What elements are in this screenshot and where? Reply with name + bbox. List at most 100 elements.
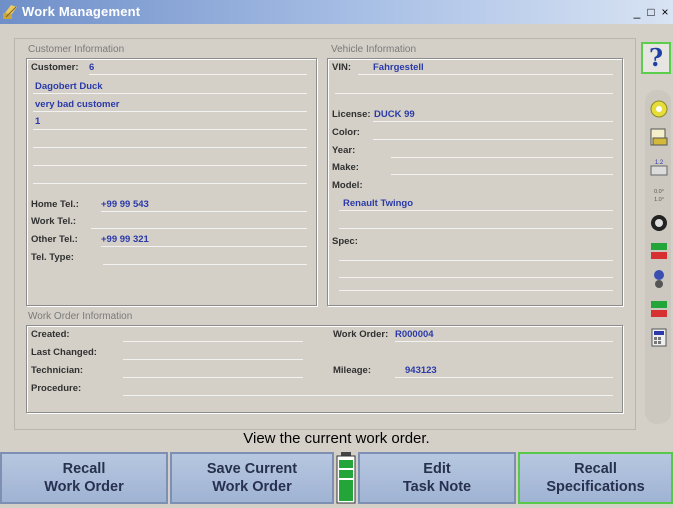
address-line-1[interactable]: Dagobert Duck xyxy=(35,81,103,92)
model-label: Model: xyxy=(332,180,363,191)
vehicle-group-label: Vehicle Information xyxy=(331,44,417,55)
customer-group-label: Customer Information xyxy=(28,44,125,55)
specs-icon[interactable]: 1.2 xyxy=(648,156,670,178)
work-order-underline xyxy=(395,341,613,342)
svg-text:1.2: 1.2 xyxy=(655,160,664,166)
other-tel-value[interactable]: +99 99 321 xyxy=(101,234,149,245)
svg-text:1.0°: 1.0° xyxy=(654,197,664,203)
save-work-order-button[interactable]: Save Current Work Order xyxy=(170,452,334,504)
vin-label: VIN: xyxy=(332,62,351,73)
model-value[interactable]: Renault Twingo xyxy=(343,198,413,209)
model-underline-2 xyxy=(339,228,613,229)
address-underline xyxy=(33,183,307,184)
recall-work-order-button[interactable]: Recall Work Order xyxy=(0,452,168,504)
spec-line xyxy=(339,290,613,291)
procedure-label: Procedure: xyxy=(31,383,82,394)
work-tel-underline xyxy=(91,228,307,229)
technician-label: Technician: xyxy=(31,365,84,376)
recall-work-order-label-1: Recall xyxy=(62,461,106,477)
calculator-icon[interactable] xyxy=(648,326,670,348)
edit-task-note-button[interactable]: Edit Task Note xyxy=(358,452,516,504)
model-underline xyxy=(339,210,613,211)
status-message: View the current work order. xyxy=(243,430,430,447)
home-tel-label: Home Tel.: xyxy=(31,199,79,210)
right-toolbar: ? 1.2 0.0° 1.0° xyxy=(639,38,673,430)
year-label: Year: xyxy=(332,145,356,156)
address-line-2[interactable]: very bad customer xyxy=(35,99,119,110)
work-tel-label: Work Tel.: xyxy=(31,216,77,227)
edit-task-note-label-2: Task Note xyxy=(402,479,472,495)
customer-number[interactable]: 6 xyxy=(89,62,94,73)
work-order-group-label: Work Order Information xyxy=(28,311,133,322)
mileage-label: Mileage: xyxy=(333,365,372,376)
battery-status-icon[interactable] xyxy=(648,298,670,320)
technician-underline[interactable] xyxy=(123,377,303,378)
customer-label: Customer: xyxy=(31,62,79,73)
save-work-order-label-1: Save Current xyxy=(206,461,298,477)
vehicle-group xyxy=(327,58,623,306)
title-bar[interactable]: Work Management _ □ × xyxy=(0,0,673,24)
recall-specifications-label-1: Recall xyxy=(574,461,617,477)
battery-status-icon[interactable] xyxy=(648,240,670,262)
tire-icon[interactable] xyxy=(648,268,670,290)
help-button[interactable]: ? xyxy=(641,42,671,74)
spec-line xyxy=(339,260,613,261)
make-label: Make: xyxy=(332,162,359,173)
created-underline[interactable] xyxy=(123,341,303,342)
vin-underline xyxy=(358,74,613,75)
work-order-value[interactable]: R000004 xyxy=(395,329,434,340)
vin-value[interactable]: Fahrgestell xyxy=(373,62,424,73)
address-underline xyxy=(33,165,307,166)
address-line-3[interactable]: 1 xyxy=(35,116,40,127)
home-tel-value[interactable]: +99 99 543 xyxy=(101,199,149,210)
customer-group xyxy=(26,58,317,306)
minimize-button[interactable]: _ xyxy=(632,5,642,19)
work-order-group xyxy=(26,325,623,413)
window-title: Work Management xyxy=(22,4,141,19)
maximize-button[interactable]: □ xyxy=(645,5,657,19)
address-underline xyxy=(33,111,307,112)
spec-label: Spec: xyxy=(332,236,358,247)
edit-task-note-label-1: Edit xyxy=(423,461,451,477)
mileage-underline xyxy=(395,377,613,378)
wheel-icon[interactable] xyxy=(648,212,670,234)
last-changed-underline[interactable] xyxy=(123,359,303,360)
app-icon xyxy=(3,5,17,19)
close-button[interactable]: × xyxy=(659,5,671,19)
recall-specifications-label-2: Specifications xyxy=(546,479,645,495)
svg-text:0.0°: 0.0° xyxy=(654,189,664,195)
battery-icon xyxy=(336,452,356,504)
color-underline[interactable] xyxy=(373,139,613,140)
content-panel: Customer Information Customer: 6 Dagober… xyxy=(14,38,636,430)
save-work-order-label-2: Work Order xyxy=(212,479,292,495)
address-underline xyxy=(33,93,307,94)
address-underline xyxy=(33,147,307,148)
license-label: License: xyxy=(332,109,371,120)
spec-line xyxy=(339,277,613,278)
other-tel-underline xyxy=(101,246,307,247)
procedure-underline[interactable] xyxy=(123,395,613,396)
license-value[interactable]: DUCK 99 xyxy=(374,109,415,120)
work-order-label: Work Order: xyxy=(333,329,389,340)
recall-specifications-button[interactable]: Recall Specifications xyxy=(518,452,673,504)
recall-work-order-label-2: Work Order xyxy=(44,479,124,495)
tel-type-underline xyxy=(103,264,307,265)
work-management-window: Work Management _ □ × Customer Informati… xyxy=(0,0,673,508)
alignment-icon[interactable] xyxy=(648,98,670,120)
customer-underline xyxy=(89,74,307,75)
vin-underline-2 xyxy=(335,93,613,94)
color-label: Color: xyxy=(332,127,360,138)
other-tel-label: Other Tel.: xyxy=(31,234,78,245)
make-underline[interactable] xyxy=(391,174,613,175)
created-label: Created: xyxy=(31,329,70,340)
tel-type-label: Tel. Type: xyxy=(31,252,74,263)
mileage-value[interactable]: 943123 xyxy=(405,365,437,376)
printer-icon[interactable] xyxy=(648,126,670,148)
last-changed-label: Last Changed: xyxy=(31,347,97,358)
work-order-form: Customer Information Customer: 6 Dagober… xyxy=(23,41,629,421)
readings-icon[interactable]: 0.0° 1.0° xyxy=(648,184,670,206)
year-underline[interactable] xyxy=(391,157,613,158)
license-underline xyxy=(373,121,613,122)
tool-rail: 1.2 0.0° 1.0° xyxy=(645,90,671,424)
home-tel-underline xyxy=(101,211,307,212)
